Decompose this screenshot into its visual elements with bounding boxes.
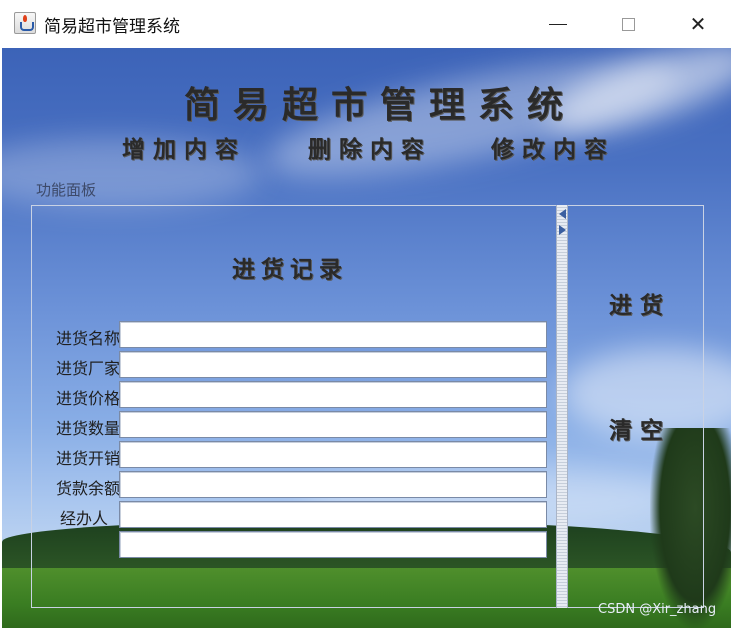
stock-quantity-input[interactable] <box>119 411 547 438</box>
stock-vendor-input[interactable] <box>119 351 547 378</box>
form-title: 进货记录 <box>232 256 348 283</box>
stock-button[interactable]: 进货 <box>609 286 671 320</box>
field-label-cost: 进货开销 <box>55 449 120 468</box>
extra-input[interactable] <box>119 531 547 558</box>
field-label-price: 进货价格 <box>55 389 120 408</box>
close-button[interactable]: ✕ <box>663 0 733 48</box>
expand-right-icon[interactable] <box>559 225 566 235</box>
app-title: 简易超市管理系统 <box>184 84 577 126</box>
java-app-icon <box>14 12 36 34</box>
window-title: 简易超市管理系统 <box>44 17 180 37</box>
field-label-name: 进货名称 <box>55 329 120 348</box>
main-content: 简易超市管理系统 增加内容 删除内容 修改内容 功能面板 进货记录 进货名称 进… <box>2 48 731 628</box>
minimize-icon <box>549 23 567 25</box>
close-icon: ✕ <box>689 12 707 36</box>
maximize-button[interactable] <box>593 0 663 48</box>
menu-delete-content[interactable]: 删除内容 <box>308 130 432 164</box>
maximize-icon <box>621 17 635 31</box>
stock-cost-input[interactable] <box>119 441 547 468</box>
payment-balance-input[interactable] <box>119 471 547 498</box>
field-label-handler: 经办人 <box>59 509 108 528</box>
split-pane-divider[interactable] <box>556 205 568 608</box>
title-bar: 简易超市管理系统 ✕ <box>0 0 733 48</box>
clear-button[interactable]: 清空 <box>609 411 671 445</box>
menu-modify-content[interactable]: 修改内容 <box>491 130 615 164</box>
handler-input[interactable] <box>119 501 547 528</box>
collapse-left-icon[interactable] <box>559 209 566 219</box>
function-panel-label: 功能面板 <box>36 181 97 199</box>
stock-name-input[interactable] <box>119 321 547 348</box>
minimize-button[interactable] <box>523 0 593 48</box>
watermark: CSDN @Xir_zhang <box>598 602 717 617</box>
field-label-quantity: 进货数量 <box>55 419 120 438</box>
stock-price-input[interactable] <box>119 381 547 408</box>
field-label-vendor: 进货厂家 <box>55 359 120 378</box>
menu-add-content[interactable]: 增加内容 <box>122 130 246 164</box>
field-label-balance: 货款余额 <box>55 479 120 498</box>
